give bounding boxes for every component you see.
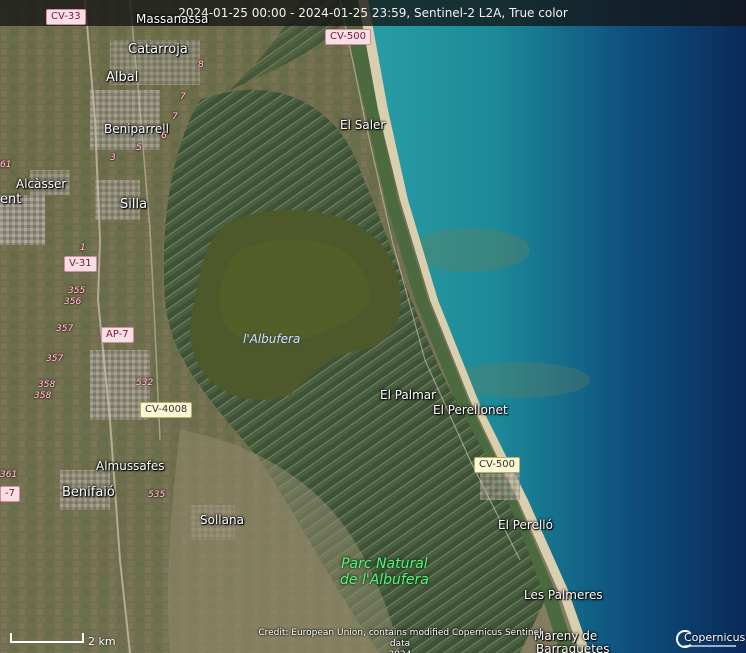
water-label-albufera: l'Albufera (243, 332, 301, 346)
road-shield-cv33: CV-33 (46, 9, 86, 25)
road-number: 3 (110, 153, 116, 163)
satellite-map[interactable]: 2024-01-25 00:00 - 2024-01-25 23:59, Sen… (0, 0, 746, 653)
place-silla: Silla (120, 197, 148, 212)
road-number: 535 (148, 490, 166, 500)
imagery-credit: Credit: European Union, contains modifie… (250, 628, 550, 653)
place-el-perello: El Perelló (498, 518, 553, 532)
place-alcasser: Alcàsser (16, 177, 67, 191)
place-el-perellonet: El Perellonet (433, 403, 508, 417)
road-shield-ap7-edge: -7 (0, 486, 20, 502)
map-title-bar: 2024-01-25 00:00 - 2024-01-25 23:59, Sen… (0, 0, 746, 26)
place-sollana: Sollana (200, 513, 244, 527)
road-shield-cv500-north: CV-500 (325, 29, 371, 45)
road-number: 61 (0, 160, 12, 170)
park-label: Parc Natural de l'Albufera (340, 556, 429, 588)
road-shield-v31: V-31 (64, 256, 97, 272)
place-les-palmeres: Les Palmeres (524, 588, 603, 602)
copernicus-logo-text: Copernicus (684, 631, 746, 644)
road-number: 357 (56, 324, 74, 334)
place-ent: ent (0, 192, 22, 207)
copernicus-logo: Copernicus (674, 628, 745, 650)
place-catarroja: Catarroja (128, 42, 188, 57)
park-label-line1: Parc Natural (341, 556, 428, 572)
road-number: 355 (68, 286, 86, 296)
road-shield-cv4008: CV-4008 (140, 402, 193, 418)
place-beniparrell: Beniparrell (104, 122, 169, 136)
road-number: 5 (136, 143, 142, 153)
place-albal: Albal (106, 70, 139, 85)
place-almussafes: Almussafes (96, 459, 165, 473)
road-number: 358 (34, 391, 52, 401)
road-number: 356 (64, 297, 82, 307)
road-number: 6 (161, 131, 167, 141)
place-benifaio: Benifaió (62, 485, 115, 500)
road-number: 361 (0, 470, 18, 480)
road-number: 357 (46, 354, 64, 364)
road-shield-cv500-south: CV-500 (474, 457, 520, 473)
road-number: 358 (38, 380, 56, 390)
road-number: 532 (136, 378, 154, 388)
place-el-saler: El Saler (340, 118, 386, 132)
place-el-palmar: El Palmar (380, 388, 437, 402)
scale-label: 2 km (88, 635, 116, 648)
road-number: 1 (80, 243, 86, 253)
place-massanassa: Massanassa (136, 12, 209, 26)
scale-bar (10, 633, 84, 643)
map-title: 2024-01-25 00:00 - 2024-01-25 23:59, Sen… (178, 6, 568, 20)
road-number: 7 (180, 92, 186, 102)
road-shield-ap7: AP-7 (101, 327, 134, 343)
park-label-line2: de l'Albufera (340, 572, 429, 588)
road-number: 7 (172, 112, 178, 122)
credit-line1: Credit: European Union, contains modifie… (258, 628, 542, 649)
road-number: 8 (198, 60, 204, 70)
